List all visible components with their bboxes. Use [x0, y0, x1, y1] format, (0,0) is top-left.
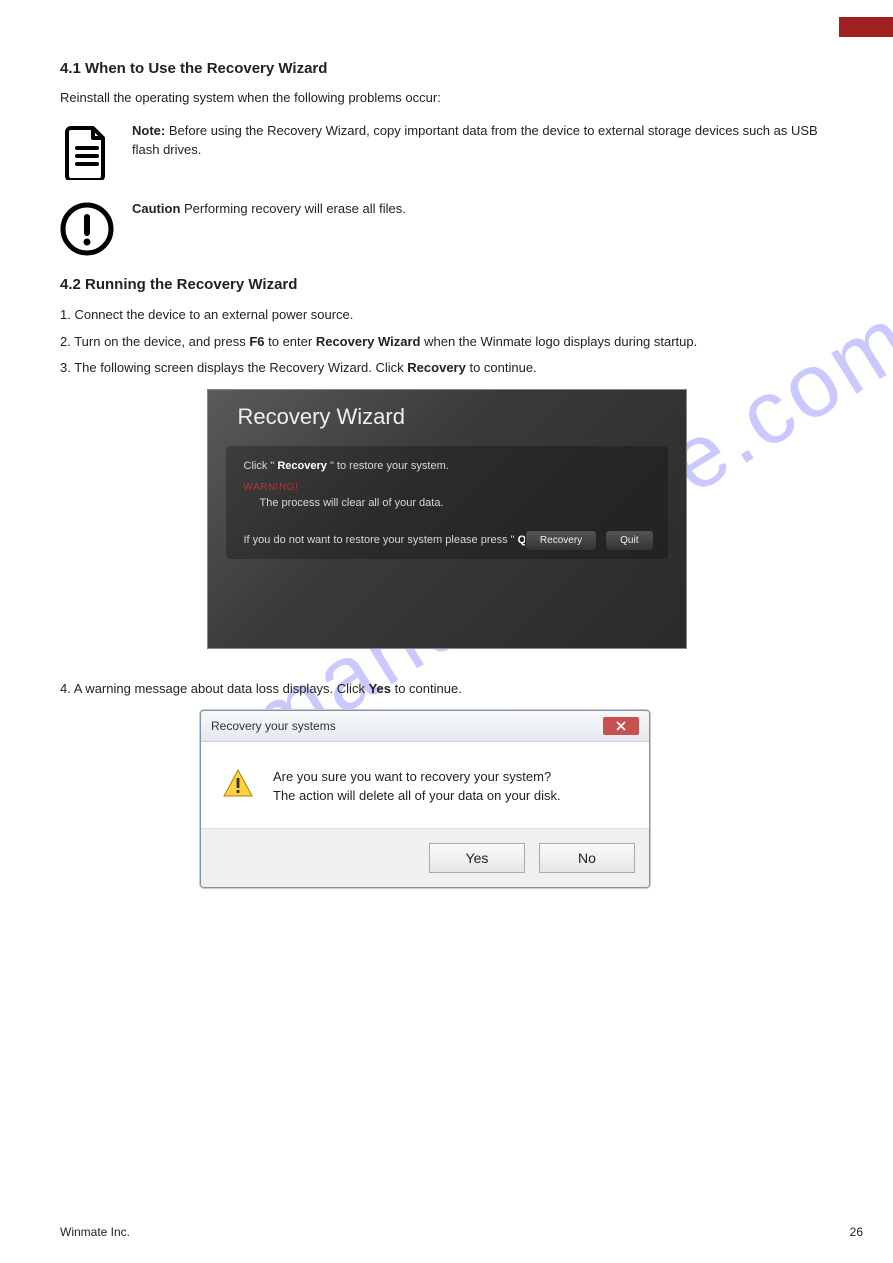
wizard-warning-label: WARNING!: [244, 482, 650, 493]
step-3-b: to continue.: [466, 360, 537, 375]
yes-button[interactable]: Yes: [429, 843, 525, 873]
dialog-msg-2: The action will delete all of your data …: [273, 787, 561, 806]
step-list: 1. Connect the device to an external pow…: [60, 305, 833, 379]
intro-text: Reinstall the operating system when the …: [60, 89, 833, 108]
wizard-line-2: The process will clear all of your data.: [260, 497, 650, 509]
note-label: Note:: [132, 123, 165, 138]
step-4-b: to continue.: [391, 681, 462, 696]
note-block: Note: Before using the Recovery Wizard, …: [60, 122, 833, 180]
step-2-a: 2. Turn on the device, and press: [60, 334, 249, 349]
step-4: 4. A warning message about data loss dis…: [60, 679, 833, 700]
step-2-c: to enter: [265, 334, 316, 349]
step-2-e: when the Winmate logo displays during st…: [420, 334, 697, 349]
wizard-l1-a: Click ": [244, 460, 278, 472]
confirm-dialog: Recovery your systems Are you sure you w…: [200, 710, 650, 888]
document-icon: [60, 122, 114, 180]
step-3-btn: Recovery: [407, 360, 466, 375]
footer-left: Winmate Inc.: [60, 1225, 130, 1239]
close-icon[interactable]: [603, 717, 639, 735]
caution-label: Caution: [132, 201, 180, 216]
warning-icon: [60, 200, 114, 256]
step-4-a: 4. A warning message about data loss dis…: [60, 681, 369, 696]
dialog-titlebar: Recovery your systems: [201, 711, 649, 742]
step-2-d: Recovery Wizard: [316, 334, 421, 349]
recovery-wizard-window: Recovery Wizard Click " Recovery " to re…: [207, 389, 687, 649]
page-accent-bar: [839, 17, 893, 37]
note-text: Note: Before using the Recovery Wizard, …: [132, 122, 833, 160]
dialog-footer: Yes No: [201, 828, 649, 887]
wizard-panel: Click " Recovery " to restore your syste…: [226, 446, 668, 558]
page-content: 4.1 When to Use the Recovery Wizard Rein…: [60, 60, 833, 888]
quit-button[interactable]: Quit: [605, 530, 653, 551]
dialog-message: Are you sure you want to recovery your s…: [273, 768, 561, 806]
step-3-a: 3. The following screen displays the Rec…: [60, 360, 407, 375]
footer-page-number: 26: [850, 1225, 863, 1239]
no-button[interactable]: No: [539, 843, 635, 873]
caution-body: Performing recovery will erase all files…: [184, 201, 406, 216]
dialog-msg-1: Are you sure you want to recovery your s…: [273, 768, 561, 787]
section-title-4-1: 4.1 When to Use the Recovery Wizard: [60, 60, 833, 77]
alert-icon: [221, 768, 255, 798]
step-4-btn: Yes: [369, 681, 391, 696]
dialog-title-text: Recovery your systems: [211, 719, 336, 733]
note-body: Before using the Recovery Wizard, copy i…: [132, 123, 818, 157]
step-2-key: F6: [249, 334, 264, 349]
wizard-l1-c: " to restore your system.: [327, 460, 449, 472]
wizard-l1-b: Recovery: [277, 460, 327, 472]
step-4-row: 4. A warning message about data loss dis…: [60, 679, 833, 700]
section-title-4-2: 4.2 Running the Recovery Wizard: [60, 276, 833, 293]
wizard-l3-a: If you do not want to restore your syste…: [244, 534, 518, 546]
step-3: 3. The following screen displays the Rec…: [60, 358, 833, 379]
caution-text: Caution Performing recovery will erase a…: [132, 200, 833, 219]
dialog-body: Are you sure you want to recovery your s…: [201, 742, 649, 828]
wizard-line-1: Click " Recovery " to restore your syste…: [244, 460, 650, 472]
caution-block: Caution Performing recovery will erase a…: [60, 200, 833, 256]
step-1: 1. Connect the device to an external pow…: [60, 305, 833, 326]
recovery-button[interactable]: Recovery: [525, 530, 597, 551]
step-2: 2. Turn on the device, and press F6 to e…: [60, 332, 833, 353]
wizard-title: Recovery Wizard: [208, 390, 686, 440]
wizard-button-row: Recovery Quit: [525, 530, 654, 551]
